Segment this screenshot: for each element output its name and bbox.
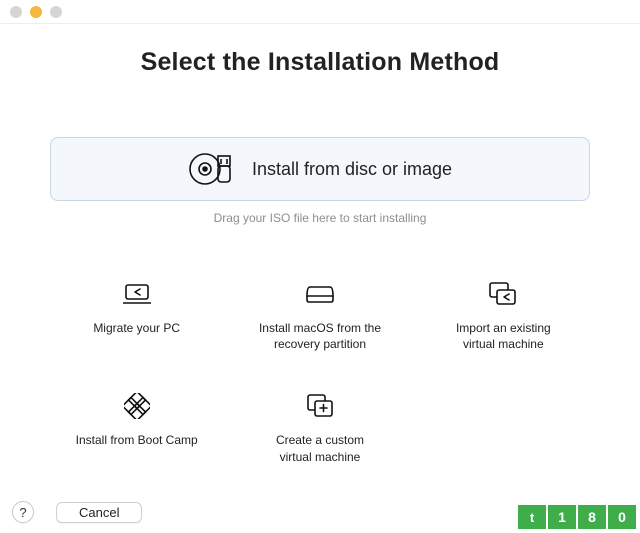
import-vm-icon bbox=[489, 280, 517, 308]
cancel-button[interactable]: Cancel bbox=[56, 502, 142, 523]
custom-vm-icon bbox=[307, 392, 333, 420]
option-label: Install macOS from the recovery partitio… bbox=[259, 320, 381, 352]
footer: ? Cancel bbox=[12, 501, 142, 523]
window-minimize-button[interactable] bbox=[30, 6, 42, 18]
disc-usb-icon bbox=[188, 152, 234, 186]
option-import-vm[interactable]: Import an existing virtual machine bbox=[417, 280, 590, 352]
watermark-char: 0 bbox=[608, 505, 636, 529]
option-boot-camp[interactable]: Install from Boot Camp bbox=[50, 392, 223, 464]
window-titlebar bbox=[0, 0, 640, 24]
option-custom-vm[interactable]: Create a custom virtual machine bbox=[233, 392, 406, 464]
migrate-pc-icon bbox=[123, 280, 151, 308]
install-from-disc-option[interactable]: Install from disc or image bbox=[50, 137, 590, 201]
empty-cell bbox=[417, 392, 590, 464]
watermark-char: 8 bbox=[578, 505, 606, 529]
options-grid: Migrate your PC Install macOS from the r… bbox=[50, 280, 590, 465]
window-close-button[interactable] bbox=[10, 6, 22, 18]
option-label: Create a custom virtual machine bbox=[276, 432, 364, 464]
recovery-partition-icon bbox=[306, 280, 334, 308]
boot-camp-icon bbox=[124, 392, 150, 420]
option-label: Migrate your PC bbox=[93, 320, 180, 336]
watermark-char: t bbox=[518, 505, 546, 529]
watermark-char: 1 bbox=[548, 505, 576, 529]
drag-hint: Drag your ISO file here to start install… bbox=[50, 211, 590, 225]
install-from-disc-label: Install from disc or image bbox=[252, 159, 452, 180]
watermark: t 1 8 0 bbox=[516, 505, 636, 529]
option-label: Install from Boot Camp bbox=[76, 432, 198, 448]
option-migrate-pc[interactable]: Migrate your PC bbox=[50, 280, 223, 352]
page-title: Select the Installation Method bbox=[50, 48, 590, 77]
content-area: Select the Installation Method Install f… bbox=[0, 24, 640, 475]
option-install-macos-recovery[interactable]: Install macOS from the recovery partitio… bbox=[233, 280, 406, 352]
help-button[interactable]: ? bbox=[12, 501, 34, 523]
option-label: Import an existing virtual machine bbox=[456, 320, 551, 352]
window-zoom-button[interactable] bbox=[50, 6, 62, 18]
